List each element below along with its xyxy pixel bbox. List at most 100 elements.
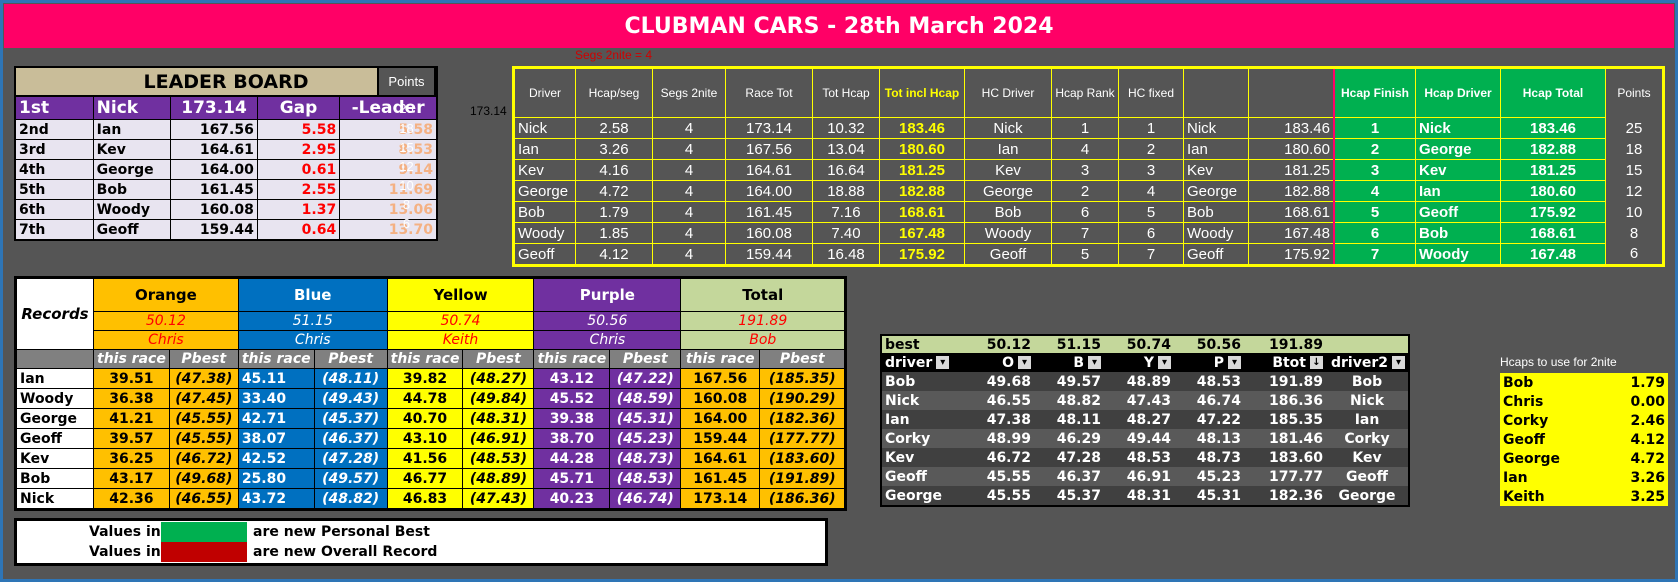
col-race-tot[interactable]: Race Tot — [725, 67, 813, 118]
cell[interactable]: 6 — [1333, 222, 1416, 244]
points-cell[interactable]: 6 — [378, 214, 435, 233]
cell[interactable]: 16.48 — [812, 243, 880, 266]
cell[interactable]: 183.46 — [1500, 117, 1606, 139]
cell[interactable]: 48.53 — [1104, 448, 1174, 467]
cell[interactable]: 25 — [1606, 118, 1664, 139]
record-holder[interactable]: Chris — [533, 330, 682, 350]
cell[interactable]: (47.45) — [168, 388, 239, 409]
cell[interactable]: Kev — [1415, 159, 1501, 181]
cell[interactable]: Nick — [881, 391, 964, 410]
cell[interactable]: Kev — [881, 448, 964, 467]
cell[interactable]: Chris — [1500, 392, 1603, 411]
cell[interactable]: Nick — [15, 488, 94, 510]
cell[interactable]: Kev — [1183, 159, 1249, 181]
cell[interactable]: Nick — [964, 117, 1052, 139]
cell[interactable]: 45.31 — [1174, 486, 1244, 506]
cell[interactable]: 48.53 — [1174, 372, 1244, 391]
leader-gap-cell[interactable]: 5.58 — [256, 119, 341, 140]
col-tot-hcap[interactable]: Tot Hcap — [812, 67, 880, 118]
cell[interactable]: (48.82) — [313, 488, 388, 510]
record-holder[interactable]: Chris — [237, 330, 388, 350]
cell[interactable]: 160.08 — [725, 222, 813, 244]
col-blank-1[interactable] — [1183, 67, 1249, 118]
leader-score[interactable]: 173.14 — [170, 95, 258, 120]
sub-header[interactable]: Pbest — [462, 349, 535, 369]
cell[interactable]: 38.70 — [533, 428, 611, 449]
cell[interactable]: Ian — [881, 410, 964, 429]
sub-header[interactable]: this race — [237, 349, 315, 369]
col-hcap-total[interactable]: Hcap Total — [1500, 67, 1606, 118]
cell[interactable]: 4 — [1051, 138, 1119, 160]
cell[interactable]: Kev — [964, 159, 1052, 181]
cell[interactable]: (45.23) — [609, 428, 682, 449]
col-hc-driver[interactable]: HC Driver — [964, 67, 1052, 118]
cell[interactable]: Nick — [1326, 391, 1409, 410]
leader-gap-cell[interactable]: 2.55 — [256, 179, 341, 200]
cell[interactable]: 160.08 — [680, 388, 761, 409]
cell[interactable]: Kev — [1326, 448, 1409, 467]
cell[interactable]: Ian — [15, 368, 94, 389]
cell[interactable]: 45.23 — [1174, 467, 1244, 486]
leader-gap-cell[interactable]: 0.61 — [256, 159, 341, 180]
cell[interactable]: 47.22 — [1174, 410, 1244, 429]
filter-header-b[interactable]: B ▾ — [1034, 353, 1104, 372]
cell[interactable]: 175.92 — [1500, 201, 1606, 223]
cell[interactable]: (191.89) — [759, 468, 847, 489]
filter-header-driver[interactable]: driver ▾ — [881, 353, 964, 372]
leader-gap-cell[interactable]: 2.95 — [256, 139, 341, 160]
cell[interactable]: 7.16 — [812, 201, 880, 223]
cell[interactable]: Geoff — [881, 467, 964, 486]
leader-rank-cell[interactable]: 7th — [14, 219, 94, 241]
sub-header[interactable]: Pbest — [759, 349, 847, 369]
cell[interactable]: (177.77) — [759, 428, 847, 449]
cell[interactable]: 167.56 — [725, 138, 813, 160]
points-cell[interactable]: 25 — [378, 96, 435, 119]
leader-name[interactable]: Nick — [92, 95, 172, 120]
cell[interactable]: 168.61 — [1248, 201, 1335, 223]
cell[interactable]: Ian — [1326, 410, 1409, 429]
cell[interactable]: 4 — [652, 222, 726, 244]
cell[interactable]: 182.88 — [1248, 180, 1335, 202]
cell[interactable]: 40.23 — [533, 488, 611, 510]
cell[interactable]: 182.36 — [1244, 486, 1326, 506]
points-cell[interactable]: 8 — [378, 195, 435, 214]
cell[interactable]: 2.58 — [575, 117, 653, 139]
cell[interactable]: 191.89 — [1244, 372, 1326, 391]
cell[interactable]: (45.37) — [313, 408, 388, 429]
sub-header[interactable]: this race — [533, 349, 611, 369]
col-total[interactable]: Total — [680, 277, 847, 312]
cell[interactable]: 4 — [1118, 180, 1184, 202]
cell[interactable]: 45.71 — [533, 468, 611, 489]
cell[interactable]: (186.36) — [759, 488, 847, 510]
cell[interactable]: 45.52 — [533, 388, 611, 409]
col-yellow[interactable]: Yellow — [386, 277, 535, 312]
filter-dropdown-icon[interactable]: ▾ — [1158, 356, 1171, 369]
cell[interactable]: 49.57 — [1034, 372, 1104, 391]
leader-rank-cell[interactable]: 3rd — [14, 139, 94, 160]
cell[interactable]: 183.46 — [1248, 117, 1335, 139]
cell[interactable]: 4.72 — [575, 180, 653, 202]
cell[interactable]: Bob — [964, 201, 1052, 223]
col-hcap-seg[interactable]: Hcap/seg — [575, 67, 653, 118]
filter-header-btot[interactable]: Btot ↓ — [1244, 353, 1326, 372]
leader-name-cell[interactable]: Kev — [92, 139, 172, 160]
col-hcap-driver[interactable]: Hcap Driver — [1415, 67, 1501, 118]
cell[interactable]: 168.61 — [879, 201, 965, 223]
cell[interactable]: Ian — [1415, 180, 1501, 202]
cell[interactable]: Bob — [1326, 372, 1409, 391]
cell[interactable]: Kev — [15, 448, 94, 469]
cell[interactable]: 43.10 — [386, 428, 464, 449]
cell[interactable]: 46.83 — [386, 488, 464, 510]
sub-header[interactable]: this race — [93, 349, 170, 369]
cell[interactable]: (45.55) — [168, 408, 239, 429]
cell[interactable]: (46.91) — [462, 428, 535, 449]
cell[interactable]: 42.52 — [237, 448, 315, 469]
best-value[interactable]: 50.12 — [964, 335, 1034, 353]
leader-rank-cell[interactable]: 2nd — [14, 119, 94, 140]
cell[interactable]: Nick — [1415, 117, 1501, 139]
cell[interactable]: 167.48 — [879, 222, 965, 244]
leader-name-cell[interactable]: Ian — [92, 119, 172, 140]
cell[interactable]: Ian — [964, 138, 1052, 160]
record-value[interactable]: 50.74 — [386, 311, 535, 331]
cell[interactable]: George — [1500, 449, 1603, 468]
